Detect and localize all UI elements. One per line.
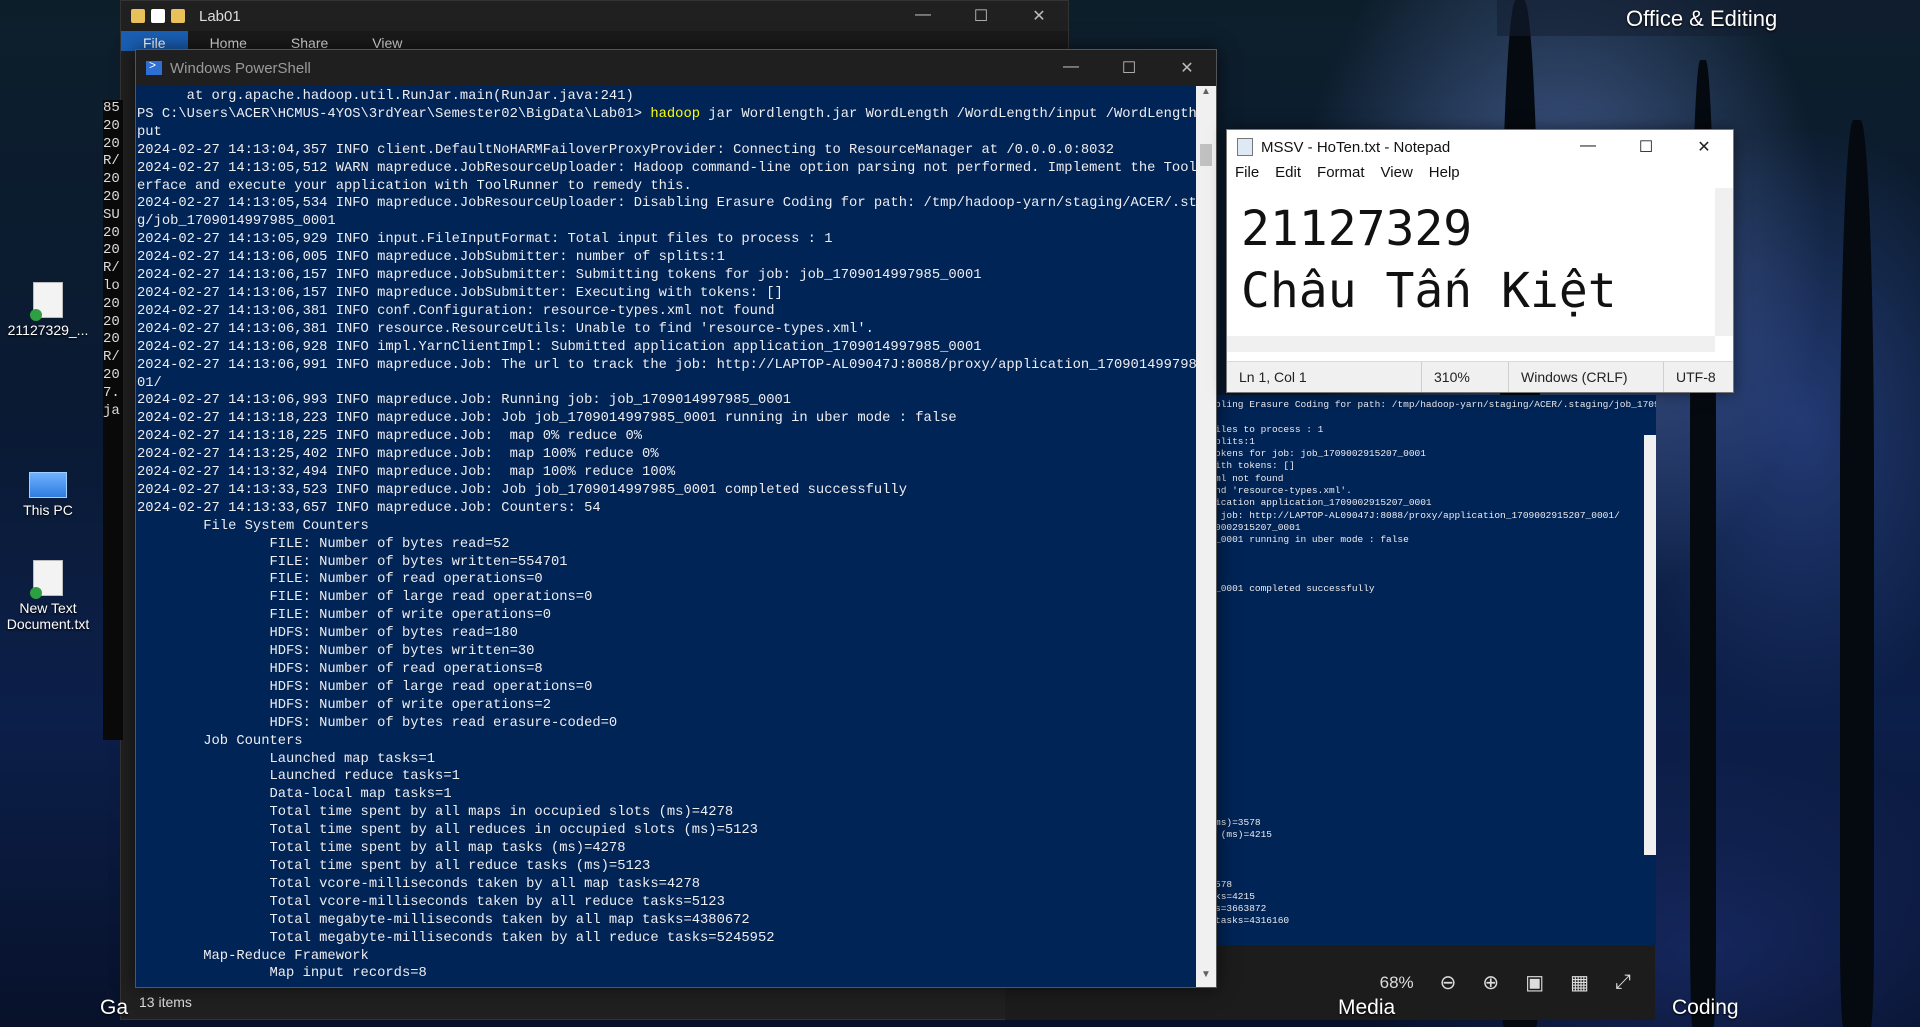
menu-file[interactable]: File [1227,164,1267,186]
wallpaper-tree [1840,120,1874,1027]
zoom-level: 68% [1379,972,1414,992]
text-file-icon [30,282,63,321]
encoding-status: UTF-8 [1676,369,1716,385]
powershell-titlebar[interactable]: Windows PowerShell — ☐ ✕ [136,50,1216,86]
scroll-up-icon[interactable]: ▲ [1196,86,1216,104]
background-terminal[interactable]: bling Erasure Coding for path: /tmp/hado… [1215,395,1656,945]
quick-access-toolbar[interactable] [131,9,185,23]
notepad-title: MSSV - HoTen.txt - Notepad [1261,138,1451,156]
notepad-text-area[interactable]: 21127329 Châu Tấn Kiệt [1227,188,1715,346]
line-ending-status: Windows (CRLF) [1509,362,1664,392]
desktop-file-icon[interactable]: 21127329_... [2,282,94,338]
properties-icon[interactable] [151,9,165,23]
new-folder-icon[interactable] [171,9,185,23]
maximize-button[interactable]: ☐ [952,6,1010,26]
notepad-vertical-scrollbar[interactable] [1715,188,1733,336]
background-terminal-text: bling Erasure Coding for path: /tmp/hado… [1215,399,1656,927]
menu-format[interactable]: Format [1309,164,1373,186]
menu-view[interactable]: View [1373,164,1421,186]
start-group-media[interactable]: Media [1338,996,1395,1020]
notepad-horizontal-scrollbar[interactable] [1227,336,1715,352]
cursor-position: Ln 1, Col 1 [1227,362,1422,392]
background-terminal-scrollbar[interactable] [1644,435,1656,855]
explorer-statusbar: 13 items [121,985,1068,1019]
notepad-window[interactable]: MSSV - HoTen.txt - Notepad — ☐ ✕ File Ed… [1226,129,1734,393]
fit-to-window-icon[interactable]: ▣ [1525,970,1544,995]
powershell-title: Windows PowerShell [170,59,311,77]
folder-icon[interactable] [131,9,145,23]
command-output: 2024-02-27 14:13:04,357 INFO client.Defa… [137,142,1196,982]
zoom-in-icon[interactable]: ⊕ [1482,970,1499,995]
close-button[interactable]: ✕ [1675,137,1733,157]
desktop-this-pc[interactable]: This PC [2,466,94,518]
menu-edit[interactable]: Edit [1267,164,1309,186]
minimize-button[interactable]: — [1559,137,1617,157]
close-button[interactable]: ✕ [1158,58,1216,78]
desktop-icon-label: This PC [23,502,73,518]
desktop-new-text-document[interactable]: New Text Document.txt [2,560,94,632]
close-button[interactable]: ✕ [1010,6,1068,26]
text-file-icon [30,560,63,599]
scroll-down-icon[interactable]: ▼ [1196,969,1216,987]
notepad-statusbar: Ln 1, Col 1 310% Windows (CRLF) UTF-8 [1227,361,1733,392]
background-console-fragment: 85 20 20 R/ 20 20 SU 20 20 R/ lo 20 20 2… [103,100,123,740]
start-group-office-editing[interactable]: Office & Editing [1626,6,1777,32]
powershell-window[interactable]: Windows PowerShell — ☐ ✕ at org.apache.h… [135,49,1217,988]
command-name: hadoop [650,106,701,122]
menu-help[interactable]: Help [1421,164,1468,186]
tab-share[interactable]: Share [269,31,350,51]
notepad-icon [1237,138,1253,156]
desktop-icon-label: New Text Document.txt [6,600,90,632]
tab-view[interactable]: View [350,31,424,51]
start-group-coding[interactable]: Coding [1672,996,1739,1020]
tab-home[interactable]: Home [188,31,269,51]
explorer-titlebar[interactable]: Lab01 — ☐ ✕ [121,1,1068,31]
minimize-button[interactable]: — [1042,58,1100,78]
explorer-ribbon-tabs: File Home Share View [121,31,1068,51]
start-group-ga[interactable]: Ga [100,996,128,1020]
console-prompt: at org.apache.hadoop.util.RunJar.main(Ru… [137,89,643,122]
zoom-out-icon[interactable]: ⊖ [1440,970,1457,995]
explorer-title: Lab01 [199,7,241,25]
console-scrollbar[interactable]: ▲ ▼ [1196,86,1216,987]
actual-size-icon[interactable]: ▦ [1570,970,1589,995]
desktop-icon-label: 21127329_... [7,322,89,338]
maximize-button[interactable]: ☐ [1617,137,1675,157]
notepad-menubar: File Edit Format View Help [1227,164,1733,186]
minimize-button[interactable]: — [894,6,952,26]
console-output[interactable]: at org.apache.hadoop.util.RunJar.main(Ru… [136,86,1196,987]
powershell-icon [146,58,162,75]
computer-icon [29,472,67,498]
item-count: 13 items [139,994,192,1010]
tab-file[interactable]: File [121,31,188,51]
notepad-titlebar[interactable]: MSSV - HoTen.txt - Notepad — ☐ ✕ [1227,130,1733,164]
maximize-button[interactable]: ☐ [1100,58,1158,78]
zoom-status: 310% [1422,362,1509,392]
fullscreen-icon[interactable]: ⤢ [1615,971,1631,994]
scrollbar-thumb[interactable] [1200,144,1212,166]
